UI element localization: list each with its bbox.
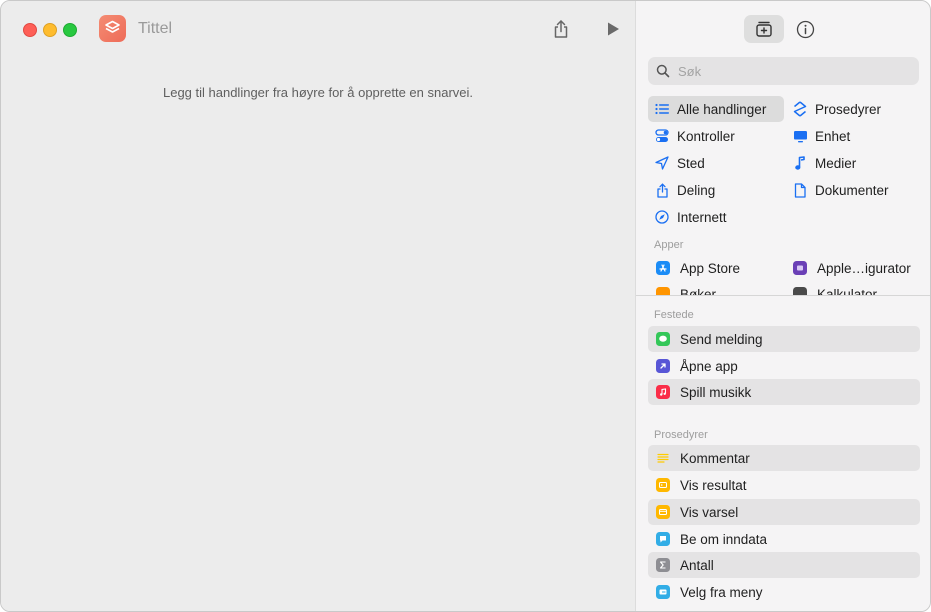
category-scripting[interactable]: Prosedyrer [786, 96, 921, 122]
action-open-app[interactable]: Åpne app [648, 353, 920, 379]
action-label: Åpne app [680, 358, 738, 374]
run-button[interactable] [601, 17, 625, 41]
toggle-icon [654, 128, 670, 144]
category-location[interactable]: Sted [648, 150, 784, 176]
shortcut-title[interactable]: Tittel [138, 20, 172, 38]
category-label: Kontroller [677, 128, 735, 144]
action-ask-for-input[interactable]: Be om inndata [648, 526, 920, 552]
category-device[interactable]: Enhet [786, 123, 921, 149]
empty-editor-hint: Legg til handlinger fra høyre for å oppr… [162, 85, 473, 100]
apple-configurator-icon [793, 261, 807, 275]
shortcut-details-tab[interactable] [794, 18, 816, 40]
app-item-apple-configurator[interactable]: Apple…igurator [793, 257, 911, 279]
document-icon [792, 182, 808, 198]
action-comment[interactable]: Kommentar [648, 445, 920, 471]
app-store-icon [656, 261, 670, 275]
share-button[interactable] [549, 17, 573, 41]
pinned-section-label: Festede [654, 309, 694, 321]
action-count[interactable]: Antall [648, 552, 920, 578]
category-label: Medier [815, 155, 857, 171]
category-web[interactable]: Internett [648, 204, 784, 230]
shortcuts-app-icon[interactable] [99, 15, 126, 42]
shortcuts-window: Tittel Legg til handlinger fra høyre for… [0, 0, 931, 612]
add-action-icon [756, 21, 772, 37]
action-label: Be om inndata [680, 531, 768, 547]
app-label: Apple…igurator [817, 260, 911, 276]
show-result-icon [656, 478, 670, 492]
category-media[interactable]: Medier [786, 150, 921, 176]
app-label: App Store [680, 260, 741, 276]
calculator-icon [793, 287, 807, 295]
search-input[interactable] [676, 62, 910, 80]
music-icon [656, 385, 670, 399]
category-label: Alle handlinger [677, 101, 767, 117]
action-label: Velg fra meny [680, 584, 763, 600]
display-icon [792, 128, 808, 144]
app-item-app-store[interactable]: App Store [656, 257, 740, 279]
category-label: Enhet [815, 128, 851, 144]
category-label: Internett [677, 209, 727, 225]
search-icon [656, 64, 670, 78]
share-icon [654, 182, 670, 198]
action-label: Spill musikk [680, 384, 752, 400]
category-sharing[interactable]: Deling [648, 177, 784, 203]
action-label: Kommentar [680, 450, 750, 466]
app-label: Kalkulator [817, 286, 878, 296]
action-library-tab[interactable] [744, 15, 784, 43]
app-item-calculator[interactable]: Kalkulator [793, 283, 877, 295]
category-documents[interactable]: Dokumenter [786, 177, 921, 203]
app-label: Bøker [680, 286, 717, 296]
compass-icon [654, 209, 670, 225]
scripting-section-label: Prosedyrer [654, 429, 708, 441]
shortcut-editor[interactable]: Tittel Legg til handlinger fra høyre for… [1, 1, 635, 611]
action-choose-from-menu[interactable]: Velg fra meny [648, 579, 920, 605]
library-divider[interactable] [636, 295, 930, 296]
category-all-actions[interactable]: Alle handlinger [648, 96, 784, 122]
list-icon [654, 101, 670, 117]
books-icon [656, 287, 670, 295]
menu-icon [656, 585, 670, 599]
action-label: Send melding [680, 331, 763, 347]
category-label: Dokumenter [815, 182, 889, 198]
open-app-icon [656, 359, 670, 373]
search-field[interactable] [648, 57, 919, 85]
action-play-music[interactable]: Spill musikk [648, 379, 920, 405]
category-label: Prosedyrer [815, 101, 882, 117]
comment-lines-icon [656, 451, 670, 465]
action-label: Antall [680, 557, 714, 573]
apps-section-label: Apper [654, 239, 684, 251]
maximize-window-button[interactable] [63, 23, 77, 37]
action-library: Alle handlinger Prosedyrer Kontroller En… [635, 1, 930, 611]
scripting-icon [792, 101, 808, 117]
notification-icon [656, 505, 670, 519]
share-icon [554, 20, 568, 38]
action-show-result[interactable]: Vis resultat [648, 472, 920, 498]
info-icon [796, 20, 814, 38]
action-label: Vis resultat [680, 477, 747, 493]
sigma-icon [656, 558, 670, 572]
action-show-notification[interactable]: Vis varsel [648, 499, 920, 525]
shortcuts-logo-icon [105, 20, 120, 33]
apps-list: App Store Apple…igurator Bøker Kalkulato… [636, 256, 930, 295]
play-icon [608, 22, 619, 36]
minimize-window-button[interactable] [43, 23, 57, 37]
app-item-books[interactable]: Bøker [656, 283, 716, 295]
category-controls[interactable]: Kontroller [648, 123, 784, 149]
category-label: Deling [677, 182, 716, 198]
action-send-message[interactable]: Send melding [648, 326, 920, 352]
music-note-icon [792, 155, 808, 171]
close-window-button[interactable] [23, 23, 37, 37]
category-label: Sted [677, 155, 705, 171]
action-label: Vis varsel [680, 504, 739, 520]
location-icon [654, 155, 670, 171]
ask-input-icon [656, 532, 670, 546]
messages-icon [656, 332, 670, 346]
